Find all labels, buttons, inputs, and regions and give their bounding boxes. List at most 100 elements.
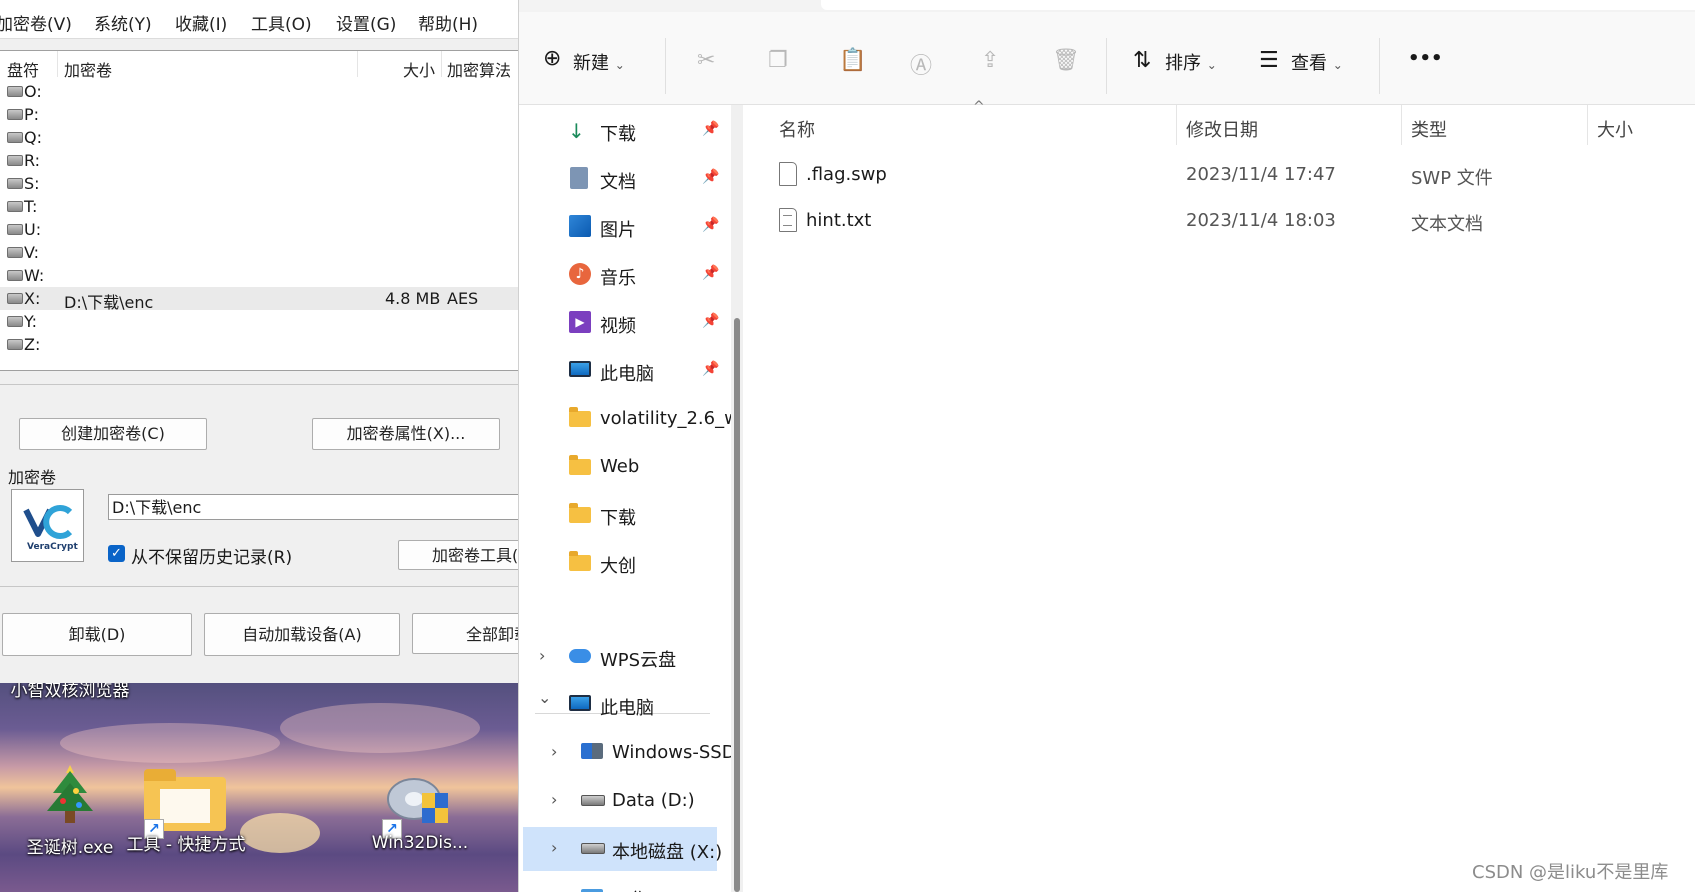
nav-item-web[interactable]: Web — [519, 445, 737, 489]
navigation-pane: ↓ 下载 📌 文档 📌 图片 📌 ♪ 音乐 📌 ▶ 视频 📌 此电脑 📌 vol… — [519, 105, 737, 892]
pin-icon[interactable]: 📌 — [702, 217, 719, 233]
desktop-icon-label[interactable]: Win32Dis... — [360, 833, 480, 853]
paste-icon[interactable]: 📋 — [839, 48, 866, 73]
file-row[interactable]: .flag.swp 2023/11/4 17:47 SWP 文件 — [747, 152, 1695, 198]
menu-help[interactable]: 帮助(H) — [418, 10, 478, 35]
nav-item-wps-cloud[interactable]: › WPS云盘 — [519, 635, 737, 679]
pin-icon[interactable]: 📌 — [702, 169, 719, 185]
pin-icon[interactable]: 📌 — [702, 121, 719, 137]
file-modified: 2023/11/4 17:47 — [1186, 164, 1336, 185]
column-separator[interactable] — [1176, 105, 1177, 145]
chevron-down-icon[interactable]: ⌄ — [538, 688, 551, 707]
column-separator[interactable] — [1587, 105, 1588, 145]
menu-settings[interactable]: 设置(G) — [336, 10, 396, 35]
sort-button[interactable]: 排序 ⌄ — [1165, 49, 1217, 75]
nav-item-local-disk-x[interactable]: › 本地磁盘 (X:) — [523, 827, 722, 871]
dismount-button[interactable]: 卸载(D) — [2, 613, 192, 656]
nav-label: volatility_2.6_w — [600, 408, 737, 429]
never-save-history-label[interactable]: 从不保留历史记录(R) — [131, 543, 292, 568]
volume-path-input[interactable]: D:\下载\enc — [108, 494, 518, 520]
drive-row[interactable]: Y: — [0, 310, 518, 333]
column-type[interactable]: 类型 — [1411, 116, 1447, 142]
drive-row[interactable]: R: — [0, 149, 518, 172]
new-icon[interactable]: ⊕ — [543, 46, 561, 71]
volume-tools-button[interactable]: 加密卷工具( — [398, 540, 518, 570]
nav-item-volatility[interactable]: volatility_2.6_w — [519, 397, 737, 441]
drive-letter: U: — [24, 220, 42, 239]
file-row[interactable]: hint.txt 2023/11/4 18:03 文本文档 — [747, 198, 1695, 244]
address-bar[interactable] — [821, 0, 1695, 10]
dismount-all-button[interactable]: 全部卸载 — [412, 613, 518, 654]
drive-row[interactable]: U: — [0, 218, 518, 241]
chevron-right-icon[interactable]: › — [551, 742, 557, 761]
pin-icon[interactable]: 📌 — [702, 265, 719, 281]
drive-list[interactable]: 盘符 加密卷 大小 加密算法 O: P: Q: R: S: T: U: V: W… — [0, 50, 518, 371]
cut-icon[interactable]: ✂ — [697, 48, 715, 73]
nav-label: 下载 — [600, 124, 636, 145]
never-save-history-checkbox[interactable]: ✓ — [108, 545, 125, 562]
drive-row[interactable]: T: — [0, 195, 518, 218]
drive-row[interactable]: W: — [0, 264, 518, 287]
new-button[interactable]: 新建 ⌄ — [573, 49, 625, 75]
christmas-tree-icon[interactable] — [43, 763, 97, 829]
drive-row-mounted[interactable]: X: D:\下载\enc 4.8 MB AES — [0, 287, 518, 312]
share-icon[interactable]: ⇪ — [981, 48, 999, 73]
drive-row[interactable]: Q: — [0, 126, 518, 149]
create-volume-button[interactable]: 创建加密卷(C) — [19, 418, 207, 450]
chevron-right-icon[interactable]: › — [551, 838, 557, 857]
col-drive[interactable]: 盘符 — [7, 57, 39, 81]
nav-item-windows-ssd[interactable]: › Windows-SSD — [519, 731, 737, 775]
nav-item-this-pc[interactable]: ⌄ 此电脑 — [519, 683, 737, 727]
drive-letter: S: — [24, 174, 40, 193]
column-name[interactable]: 名称 — [779, 116, 815, 142]
delete-icon[interactable]: 🗑 — [1052, 48, 1080, 73]
rename-icon[interactable]: Ⓐ — [910, 48, 932, 80]
nav-item-download-folder[interactable]: 下载 — [519, 493, 737, 537]
drive-row[interactable]: Z: — [0, 333, 518, 356]
view-icon[interactable]: ☰ — [1259, 48, 1279, 73]
nav-scrollbar-thumb[interactable] — [734, 318, 740, 892]
menu-favorites[interactable]: 收藏(I) — [175, 10, 227, 35]
view-button[interactable]: 查看 ⌄ — [1291, 49, 1343, 75]
col-algorithm[interactable]: 加密算法 — [447, 57, 511, 81]
menu-tools[interactable]: 工具(O) — [251, 10, 312, 35]
col-volume[interactable]: 加密卷 — [64, 57, 112, 81]
column-modified[interactable]: 修改日期 — [1186, 116, 1258, 142]
copy-icon[interactable]: ❐ — [768, 48, 788, 73]
drive-icon — [7, 178, 23, 189]
drive-row[interactable]: S: — [0, 172, 518, 195]
nav-label: 工作 — [612, 886, 648, 892]
drive-row[interactable]: P: — [0, 103, 518, 126]
drive-row[interactable]: V: — [0, 241, 518, 264]
volume-properties-button[interactable]: 加密卷属性(X)... — [312, 418, 500, 450]
sort-icon[interactable]: ⇅ — [1133, 48, 1151, 73]
nav-item-videos[interactable]: ▶ 视频 📌 — [519, 301, 737, 345]
menu-volumes[interactable]: 加密卷(V) — [0, 10, 72, 35]
drive-letter: V: — [24, 243, 40, 262]
column-size[interactable]: 大小 — [1597, 116, 1633, 142]
more-options-button[interactable]: ••• — [1408, 48, 1443, 69]
pin-icon[interactable]: 📌 — [702, 313, 719, 329]
pin-icon[interactable]: 📌 — [702, 361, 719, 377]
nav-item-work[interactable]: › 工作 — [519, 875, 737, 892]
auto-mount-button[interactable]: 自动加载设备(A) — [204, 613, 400, 656]
chevron-right-icon[interactable]: › — [539, 646, 545, 665]
menu-system[interactable]: 系统(Y) — [94, 10, 152, 35]
desktop-icon-label[interactable]: 工具 - 快捷方式 — [126, 833, 246, 857]
chevron-right-icon[interactable]: › — [551, 790, 557, 809]
nav-item-data-d[interactable]: › Data (D:) — [519, 779, 737, 823]
drive-row[interactable]: O: — [0, 80, 518, 103]
col-size[interactable]: 大小 — [403, 57, 435, 81]
nav-item-pictures[interactable]: 图片 📌 — [519, 205, 737, 249]
nav-item-downloads[interactable]: ↓ 下载 📌 — [519, 109, 737, 153]
nav-item-dachuang[interactable]: 大创 — [519, 541, 737, 585]
desktop-icon-label[interactable]: 圣诞树.exe — [20, 833, 120, 858]
nav-item-documents[interactable]: 文档 📌 — [519, 157, 737, 201]
desktop-icon-label[interactable]: 小智双核浏览器 — [10, 683, 130, 703]
nav-label: 此电脑 — [600, 698, 654, 719]
column-separator[interactable] — [1401, 105, 1402, 145]
nav-item-music[interactable]: ♪ 音乐 📌 — [519, 253, 737, 297]
nav-label: 本地磁盘 (X:) — [612, 842, 723, 863]
nav-item-this-pc-pinned[interactable]: 此电脑 📌 — [519, 349, 737, 393]
chevron-right-icon[interactable]: › — [551, 886, 557, 892]
